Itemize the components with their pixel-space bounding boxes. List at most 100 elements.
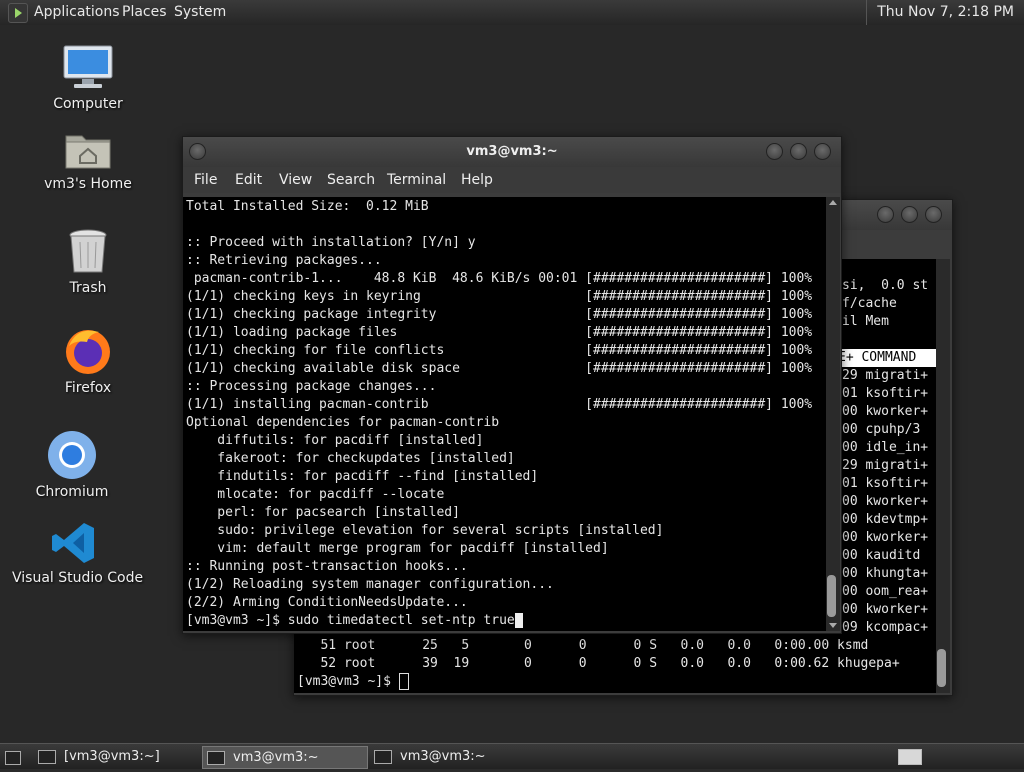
terminal-line: pacman-contrib-1... 48.8 KiB 48.6 KiB/s … bbox=[186, 271, 813, 286]
show-desktop-icon bbox=[5, 751, 21, 765]
text-cursor bbox=[398, 673, 409, 690]
terminal-line: (2/2) Arming ConditionNeedsUpdate... bbox=[186, 595, 468, 610]
terminal-line: mlocate: for pacdiff --locate bbox=[186, 487, 445, 502]
menu-search[interactable]: Search bbox=[327, 172, 375, 188]
scrollbar-thumb[interactable] bbox=[937, 649, 946, 687]
terminal-line: 00 idle_in+ bbox=[842, 440, 929, 455]
terminal-prompt[interactable]: [vm3@vm3 ~]$ sudo timedatectl set-ntp tr… bbox=[186, 612, 523, 630]
menu-edit[interactable]: Edit bbox=[235, 172, 262, 188]
maximize-button[interactable] bbox=[790, 143, 807, 160]
distro-logo-icon[interactable] bbox=[8, 3, 28, 23]
scroll-down-arrow-icon[interactable] bbox=[829, 623, 837, 628]
window-title: vm3@vm3:~ bbox=[466, 144, 558, 159]
workspace-switcher[interactable] bbox=[898, 746, 924, 767]
terminal-line: fakeroot: for checkupdates [installed] bbox=[186, 451, 515, 466]
menu-view[interactable]: View bbox=[279, 172, 312, 188]
terminal-line: 00 khungta+ bbox=[842, 566, 929, 581]
chromium-icon bbox=[48, 431, 96, 479]
workspace-icon bbox=[898, 749, 922, 765]
menu-file[interactable]: File bbox=[194, 172, 217, 188]
terminal-line: (1/1) checking for file conflicts [#####… bbox=[186, 343, 813, 358]
taskbar-item-label: [vm3@vm3:~] bbox=[64, 749, 160, 764]
terminal-line: (1/1) installing pacman-contrib [#######… bbox=[186, 397, 813, 412]
desktop-icon-home[interactable]: vm3's Home bbox=[38, 128, 138, 192]
taskbar-item[interactable]: vm3@vm3:~ bbox=[374, 746, 534, 767]
terminal-line: sudo: privilege elevation for several sc… bbox=[186, 523, 664, 538]
desktop-icon-label: Computer bbox=[53, 96, 123, 112]
firefox-icon bbox=[66, 330, 110, 374]
minimize-button[interactable] bbox=[766, 143, 783, 160]
trash-icon bbox=[69, 229, 107, 273]
home-folder-icon bbox=[65, 135, 111, 169]
top-panel: Applications Places System Thu Nov 7, 2:… bbox=[0, 0, 1024, 26]
terminal-line: :: Running post-transaction hooks... bbox=[186, 559, 468, 574]
terminal-line: vim: default merge program for pacdiff [… bbox=[186, 541, 609, 556]
terminal-line: 00 kworker+ bbox=[842, 494, 929, 509]
bottom-taskbar: [vm3@vm3:~] vm3@vm3:~ vm3@vm3:~ bbox=[0, 743, 1024, 769]
front-scrollbar[interactable] bbox=[826, 197, 840, 631]
taskbar-item-label: vm3@vm3:~ bbox=[400, 749, 486, 764]
terminal-line: f/cache bbox=[842, 296, 897, 311]
taskbar-item[interactable]: [vm3@vm3:~] bbox=[38, 746, 198, 767]
desktop-icon-firefox[interactable]: Firefox bbox=[38, 326, 138, 396]
menu-help[interactable]: Help bbox=[461, 172, 493, 188]
prompt-text: [vm3@vm3 ~]$ sudo timedatectl set-ntp tr… bbox=[186, 613, 515, 628]
terminal-line: 00 kauditd bbox=[842, 548, 921, 563]
taskbar-item-active[interactable]: vm3@vm3:~ bbox=[202, 746, 368, 769]
show-desktop-button[interactable] bbox=[3, 746, 23, 767]
places-menu[interactable]: Places bbox=[122, 4, 167, 20]
terminal-line: (1/1) checking available disk space [###… bbox=[186, 361, 813, 376]
terminal-line: (1/2) Reloading system manager configura… bbox=[186, 577, 554, 592]
clock[interactable]: Thu Nov 7, 2:18 PM bbox=[866, 0, 1024, 25]
terminal-menubar: File Edit View Search Terminal Help bbox=[183, 167, 841, 193]
terminal-line: il Mem bbox=[842, 314, 889, 329]
front-window-titlebar[interactable]: vm3@vm3:~ bbox=[183, 137, 841, 167]
terminal-prompt[interactable]: [vm3@vm3 ~]$ bbox=[297, 673, 409, 691]
terminal-line: 01 ksoftir+ bbox=[842, 476, 929, 491]
terminal-line: 00 kworker+ bbox=[842, 602, 929, 617]
desktop-icon-chromium[interactable]: Chromium bbox=[22, 430, 122, 500]
terminal-line: :: Processing package changes... bbox=[186, 379, 437, 394]
system-menu[interactable]: System bbox=[174, 4, 226, 20]
close-button[interactable] bbox=[814, 143, 831, 160]
taskbar-item-label: vm3@vm3:~ bbox=[233, 750, 319, 765]
terminal-line: findutils: for pacdiff --find [installed… bbox=[186, 469, 539, 484]
minimize-button[interactable] bbox=[877, 206, 894, 223]
terminal-line: :: Proceed with installation? [Y/n] y bbox=[186, 235, 476, 250]
window-menu-button[interactable] bbox=[189, 143, 206, 160]
terminal-icon bbox=[38, 749, 56, 764]
desktop-icon-vscode[interactable]: Visual Studio Code bbox=[12, 520, 144, 586]
terminal-line: diffutils: for pacdiff [installed] bbox=[186, 433, 484, 448]
vscode-icon bbox=[52, 523, 94, 563]
desktop-icon-label: Firefox bbox=[64, 380, 112, 396]
terminal-line: 09 kcompac+ bbox=[842, 620, 929, 635]
desktop-icon-label: Visual Studio Code bbox=[12, 570, 144, 586]
back-scrollbar[interactable] bbox=[936, 259, 950, 693]
scroll-up-arrow-icon[interactable] bbox=[829, 200, 837, 205]
terminal-line: perl: for pacsearch [installed] bbox=[186, 505, 460, 520]
terminal-line: Optional dependencies for pacman-contrib bbox=[186, 415, 500, 430]
scrollbar-thumb[interactable] bbox=[827, 575, 836, 617]
applications-menu[interactable]: Applications bbox=[34, 4, 120, 20]
terminal-line: 00 kworker+ bbox=[842, 404, 929, 419]
terminal-line: Total Installed Size: 0.12 MiB bbox=[186, 199, 429, 214]
prompt-text: [vm3@vm3 ~]$ bbox=[297, 674, 399, 689]
terminal-icon bbox=[207, 750, 225, 765]
close-button[interactable] bbox=[925, 206, 942, 223]
desktop-icon-label: Chromium bbox=[35, 484, 109, 500]
desktop-icon-label: vm3's Home bbox=[44, 176, 132, 192]
desktop-icon-computer[interactable]: Computer bbox=[38, 44, 138, 112]
terminal-line: 00 cpuhp/3 bbox=[842, 422, 921, 437]
front-terminal-output[interactable]: Total Installed Size: 0.12 MiB :: Procee… bbox=[183, 197, 826, 631]
terminal-icon bbox=[374, 749, 392, 764]
text-cursor bbox=[514, 613, 523, 628]
terminal-line: 29 migrati+ bbox=[842, 368, 929, 383]
maximize-button[interactable] bbox=[901, 206, 918, 223]
terminal-line: (1/1) checking keys in keyring [########… bbox=[186, 289, 813, 304]
desktop-icon-trash[interactable]: Trash bbox=[38, 228, 138, 296]
terminal-line: 01 ksoftir+ bbox=[842, 386, 929, 401]
menu-terminal[interactable]: Terminal bbox=[387, 172, 446, 188]
computer-icon bbox=[63, 45, 113, 88]
front-terminal-window[interactable]: vm3@vm3:~ File Edit View Search Terminal… bbox=[182, 136, 842, 634]
terminal-line: (1/1) checking package integrity [######… bbox=[186, 307, 813, 322]
